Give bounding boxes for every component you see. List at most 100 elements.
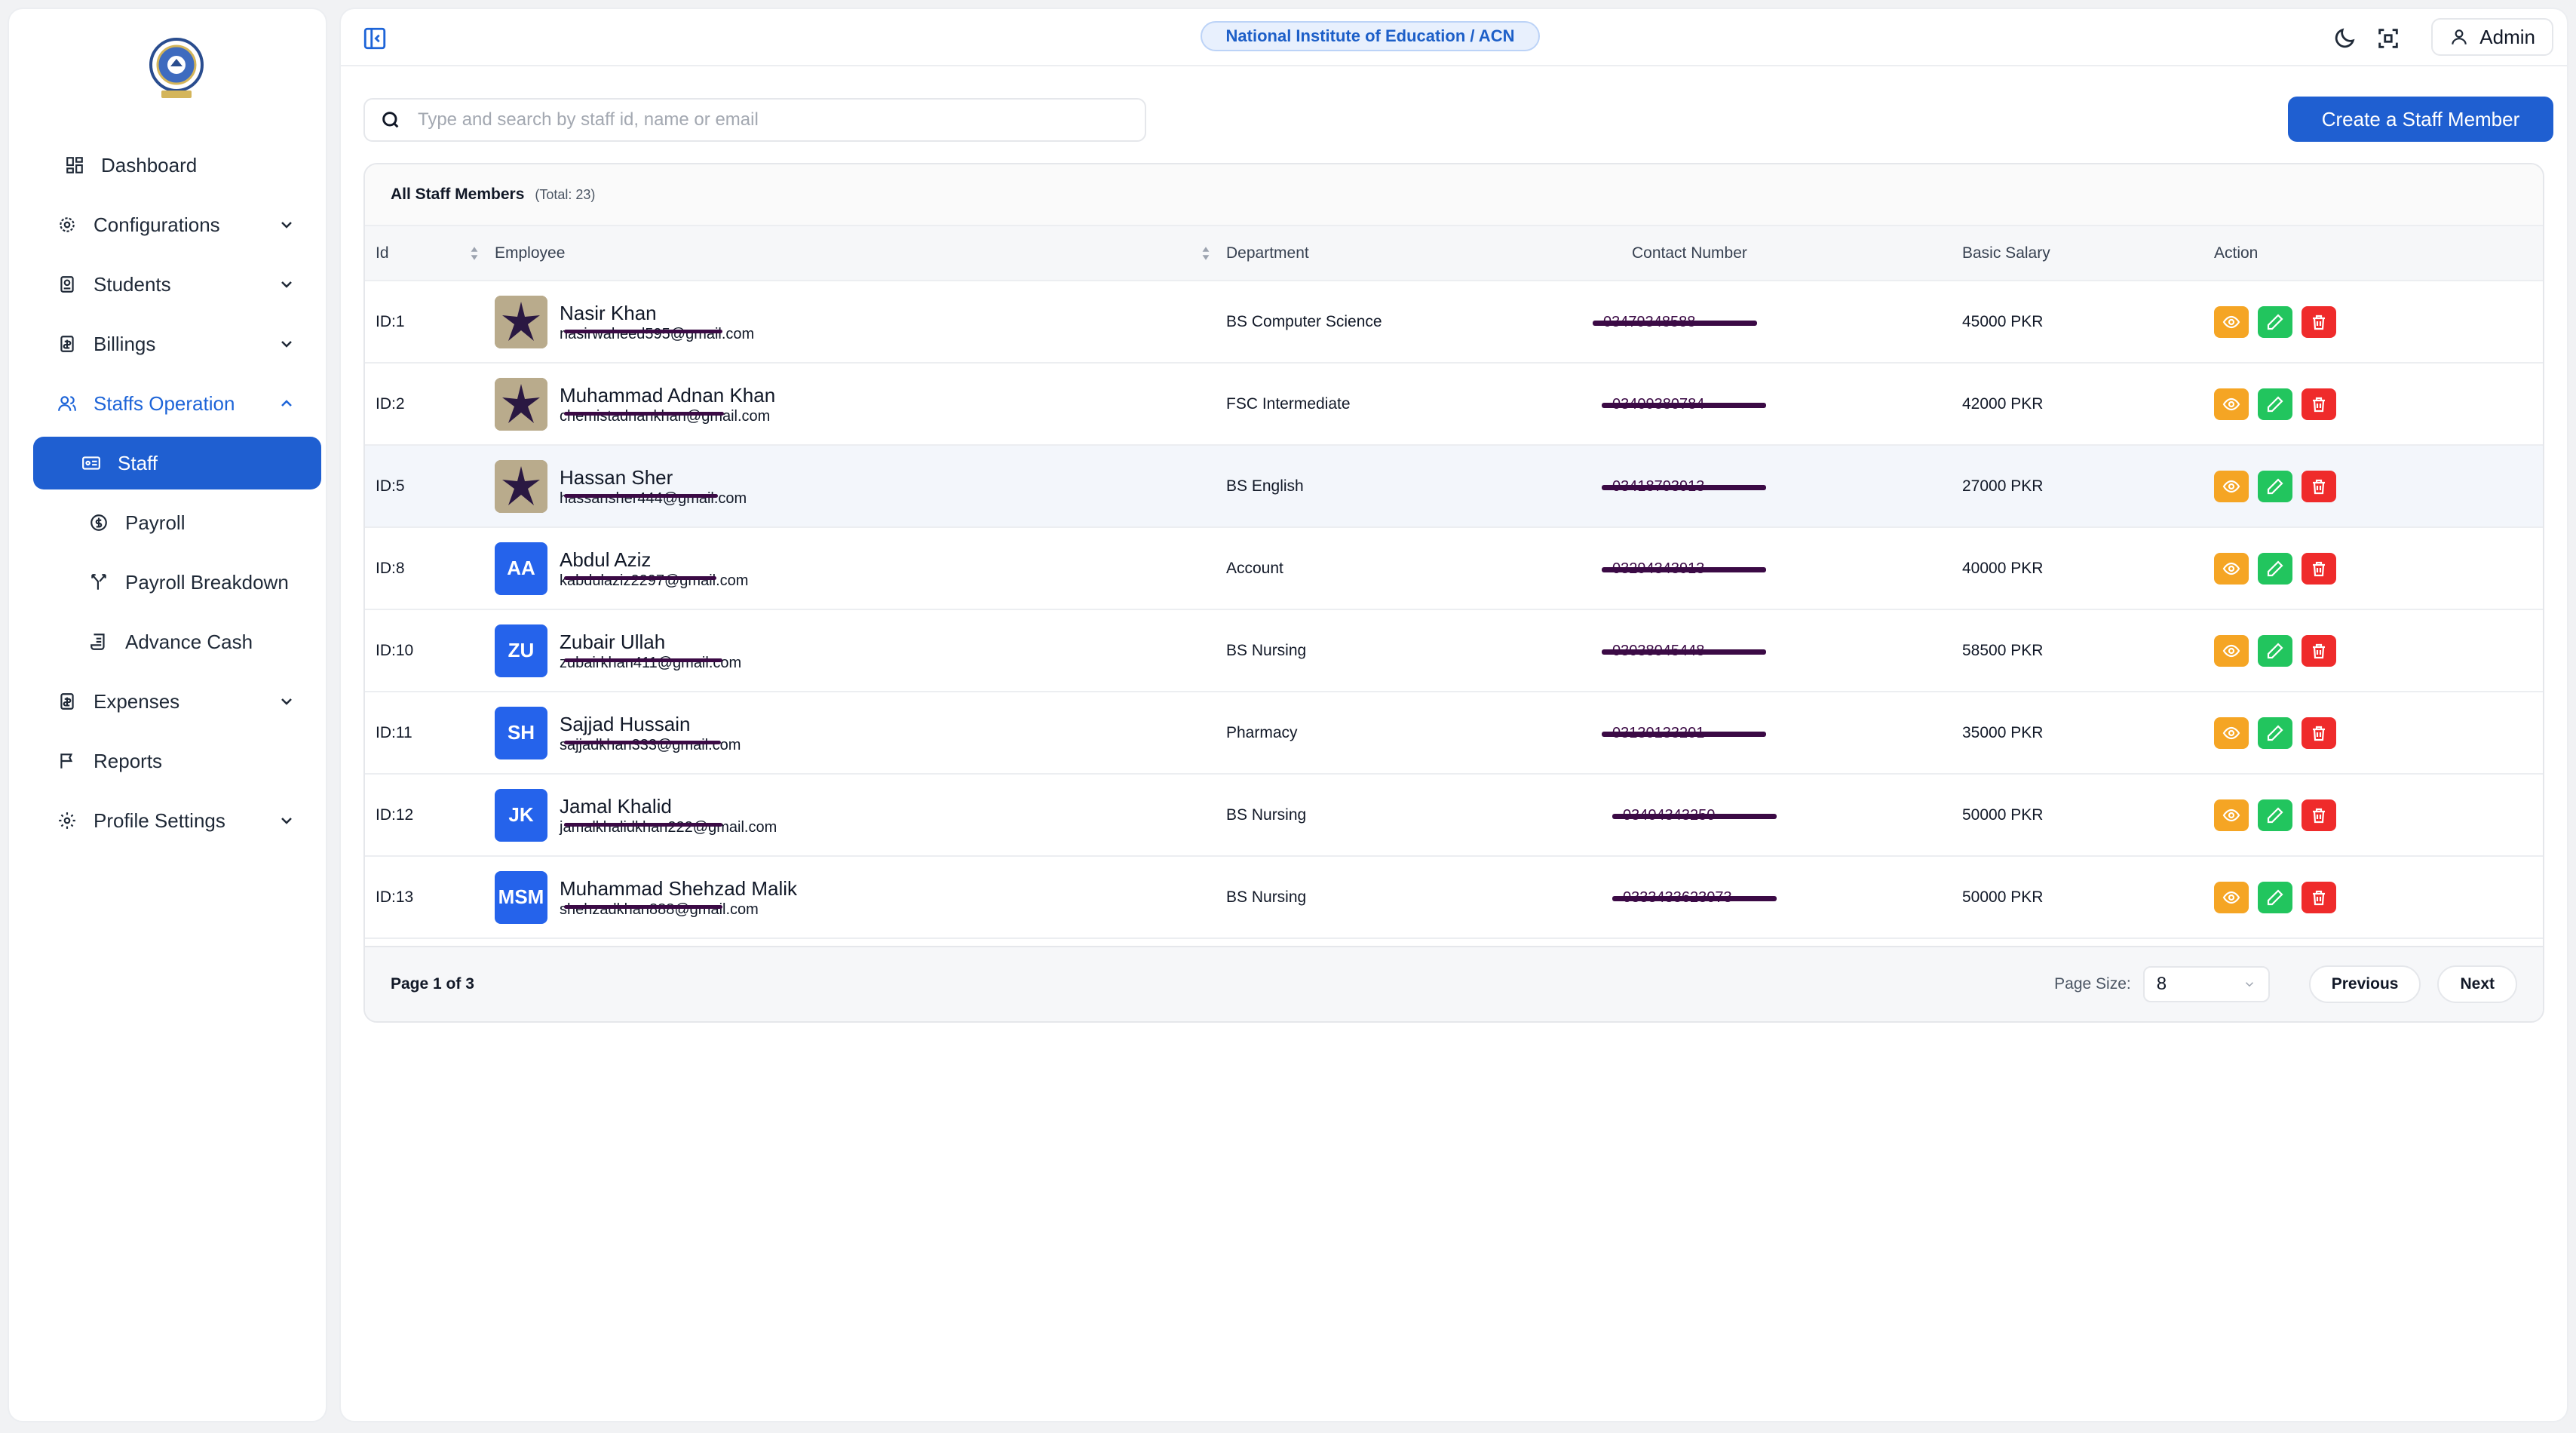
avatar-initials: JK bbox=[508, 803, 534, 826]
column-header-id[interactable]: Id bbox=[365, 226, 495, 281]
redaction-mark bbox=[1602, 649, 1766, 655]
edit-button[interactable] bbox=[2258, 716, 2292, 749]
sidebar-item-label: Staff bbox=[118, 451, 158, 474]
cell-salary: 50000 PKR bbox=[1962, 888, 2044, 906]
employee-name: Nasir Khan bbox=[560, 301, 657, 324]
sidebar-item-students[interactable]: Students bbox=[26, 258, 321, 311]
eye-icon bbox=[2222, 480, 2240, 492]
delete-button[interactable] bbox=[2302, 305, 2336, 338]
cell-contact: 03294343913 bbox=[1602, 527, 1962, 609]
cell-department: FSC Intermediate bbox=[1226, 394, 1351, 413]
edit-button[interactable] bbox=[2258, 634, 2292, 667]
search-input[interactable] bbox=[418, 109, 1142, 130]
view-button[interactable] bbox=[2214, 634, 2249, 667]
eye-icon bbox=[2222, 562, 2240, 575]
sidebar-item-configurations[interactable]: Configurations bbox=[26, 198, 321, 251]
cell-actions bbox=[2214, 363, 2543, 445]
sidebar-item-dashboard[interactable]: Dashboard bbox=[26, 139, 321, 192]
employee-name: Muhammad Shehzad Malik bbox=[560, 876, 798, 900]
edit-button[interactable] bbox=[2258, 470, 2292, 502]
cell-employee: SH Sajjad Hussain sajjadkhan333@gmail.co… bbox=[495, 692, 1226, 774]
sidebar-item-reports[interactable]: Reports bbox=[26, 735, 321, 787]
view-button[interactable] bbox=[2214, 881, 2249, 913]
cell-salary: 58500 PKR bbox=[1962, 641, 2044, 659]
sidebar-toggle-icon[interactable] bbox=[362, 26, 388, 51]
create-staff-button[interactable]: Create a Staff Member bbox=[2288, 97, 2553, 142]
sidebar-item-label: Configurations bbox=[94, 213, 220, 236]
fullscreen-icon[interactable] bbox=[2375, 26, 2401, 51]
redaction-mark bbox=[1612, 895, 1777, 901]
cell-department: BS Nursing bbox=[1226, 641, 1307, 659]
sort-icon[interactable] bbox=[468, 245, 481, 262]
redaction-mark bbox=[1593, 320, 1757, 326]
pencil-icon bbox=[2267, 395, 2283, 412]
next-page-button[interactable]: Next bbox=[2437, 965, 2517, 1003]
sort-icon[interactable] bbox=[1199, 245, 1213, 262]
delete-button[interactable] bbox=[2302, 799, 2336, 831]
eye-icon bbox=[2222, 809, 2240, 821]
cell-contact: 03418793913 bbox=[1602, 445, 1962, 527]
previous-page-button[interactable]: Previous bbox=[2308, 965, 2421, 1003]
view-button[interactable] bbox=[2214, 716, 2249, 749]
delete-button[interactable] bbox=[2302, 881, 2336, 913]
column-header-contact: Contact Number bbox=[1632, 244, 1747, 262]
view-button[interactable] bbox=[2214, 470, 2249, 502]
moon-icon[interactable] bbox=[2332, 26, 2357, 51]
edit-button[interactable] bbox=[2258, 552, 2292, 585]
sidebar-item-advance-cash[interactable]: Advance Cash bbox=[26, 615, 321, 668]
employee-email-text: zubairkhan411@gmail.com bbox=[560, 654, 742, 671]
sidebar-item-staffs-operation[interactable]: Staffs Operation bbox=[26, 377, 321, 430]
employee-email: zubairkhan411@gmail.com bbox=[560, 654, 741, 672]
main-panel: National Institute of Education / ACN Ad… bbox=[339, 8, 2568, 1422]
employee-email-text: shehzadkhan888@gmail.com bbox=[560, 901, 759, 918]
sidebar-item-label: Advance Cash bbox=[125, 630, 253, 653]
sidebar-item-staff[interactable]: Staff bbox=[33, 437, 321, 489]
sidebar-item-payroll-breakdown[interactable]: Payroll Breakdown bbox=[26, 556, 321, 609]
view-button[interactable] bbox=[2214, 305, 2249, 338]
sidebar-item-label: Payroll Breakdown bbox=[125, 570, 289, 594]
chevron-down-icon bbox=[281, 818, 292, 824]
cell-department: BS Nursing bbox=[1226, 888, 1307, 906]
cell-id: ID:10 bbox=[376, 641, 414, 659]
staff-table-card: All Staff Members (Total: 23) Id Employe… bbox=[363, 163, 2544, 1023]
sidebar-item-payroll[interactable]: Payroll bbox=[26, 496, 321, 549]
cell-actions bbox=[2214, 692, 2543, 774]
view-button[interactable] bbox=[2214, 388, 2249, 420]
sidebar-item-billings[interactable]: Billings bbox=[26, 318, 321, 370]
sidebar-item-expenses[interactable]: Expenses bbox=[26, 675, 321, 728]
cell-department: Account bbox=[1226, 559, 1283, 577]
edit-button[interactable] bbox=[2258, 388, 2292, 420]
cell-salary: 35000 PKR bbox=[1962, 723, 2044, 741]
cell-salary: 50000 PKR bbox=[1962, 805, 2044, 824]
redaction-mark bbox=[564, 822, 722, 827]
flag-icon bbox=[56, 750, 78, 772]
institute-badge: National Institute of Education / ACN bbox=[1201, 21, 1540, 51]
student-icon bbox=[56, 273, 78, 296]
view-button[interactable] bbox=[2214, 552, 2249, 585]
edit-button[interactable] bbox=[2258, 881, 2292, 913]
sidebar-item-profile-settings[interactable]: Profile Settings bbox=[26, 794, 321, 847]
delete-button[interactable] bbox=[2302, 716, 2336, 749]
delete-button[interactable] bbox=[2302, 470, 2336, 502]
edit-button[interactable] bbox=[2258, 799, 2292, 831]
delete-button[interactable] bbox=[2302, 388, 2336, 420]
cell-salary: 42000 PKR bbox=[1962, 394, 2044, 413]
view-button[interactable] bbox=[2214, 799, 2249, 831]
page-size-select[interactable]: 8 bbox=[2142, 966, 2270, 1002]
cell-id: ID:8 bbox=[376, 559, 405, 577]
employee-email: kabdulaziz2297@gmail.com bbox=[560, 572, 748, 590]
cell-actions bbox=[2214, 527, 2543, 609]
sidebar-item-label: Billings bbox=[94, 332, 156, 355]
avatar-initials: ZU bbox=[508, 639, 535, 661]
user-menu-button[interactable]: Admin bbox=[2431, 18, 2553, 56]
pencil-icon bbox=[2267, 888, 2283, 905]
delete-button[interactable] bbox=[2302, 634, 2336, 667]
column-label: Id bbox=[376, 244, 389, 262]
avatar: AA bbox=[495, 542, 547, 595]
delete-button[interactable] bbox=[2302, 552, 2336, 585]
edit-button[interactable] bbox=[2258, 305, 2292, 338]
eye-icon bbox=[2222, 891, 2240, 904]
cell-department: BS Computer Science bbox=[1226, 312, 1382, 330]
split-icon bbox=[87, 571, 110, 594]
column-header-employee[interactable]: Employee bbox=[495, 226, 1226, 281]
